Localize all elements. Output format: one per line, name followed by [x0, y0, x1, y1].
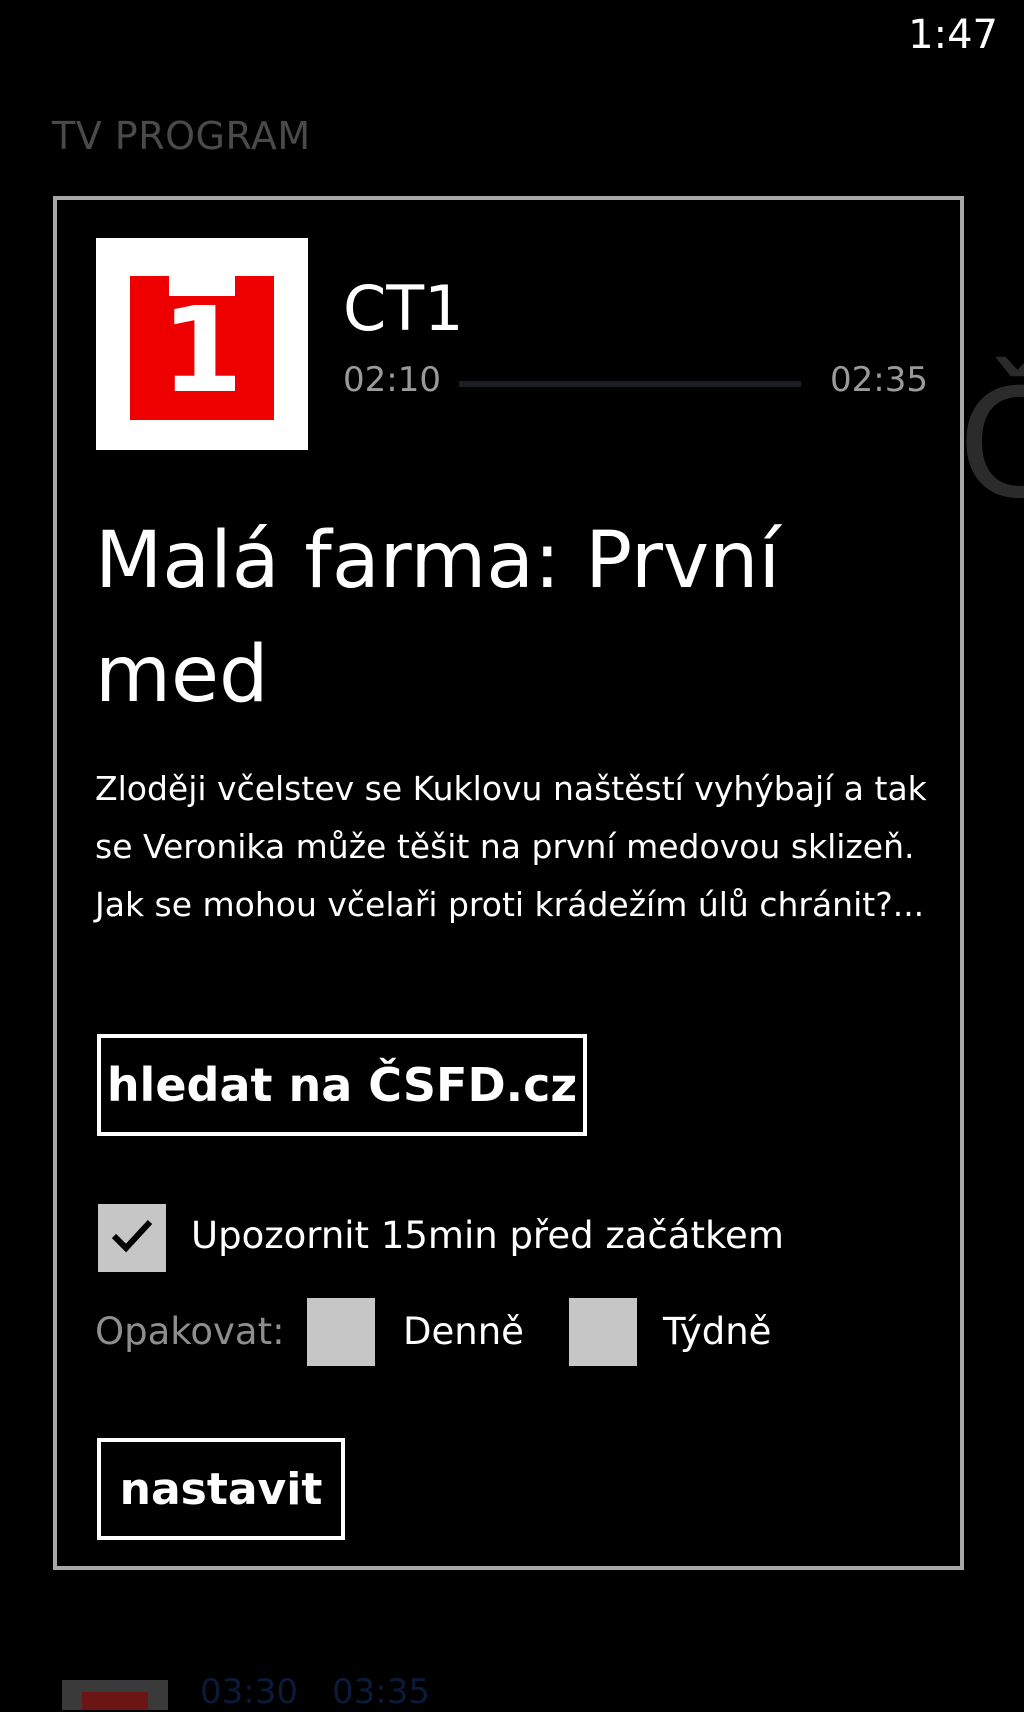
- background-item-end-time: 03:35: [332, 1672, 430, 1712]
- search-csfd-button[interactable]: hledat na ČSFD.cz: [97, 1034, 587, 1136]
- program-progress-bar: [459, 381, 801, 387]
- background-item-start-time: 03:30: [200, 1672, 298, 1712]
- set-reminder-button[interactable]: nastavit: [97, 1438, 345, 1540]
- notify-label: Upozornit 15min před začátkem: [191, 1214, 784, 1257]
- background-list-item: 03:30 03:35: [0, 1672, 1024, 1712]
- show-title: Malá farma: První med: [95, 516, 781, 720]
- channel-logo-icon: 1: [130, 276, 274, 420]
- start-time: 02:10: [343, 360, 441, 400]
- repeat-daily-checkbox[interactable]: [307, 1298, 375, 1366]
- repeat-weekly-label: Týdně: [663, 1310, 772, 1353]
- channel-logo-icon: [62, 1680, 168, 1710]
- channel-name: CT1: [343, 272, 464, 345]
- status-bar-clock: 1:47: [908, 12, 998, 58]
- channel-logo: 1: [96, 238, 308, 450]
- program-detail-dialog: 1 CT1 02:10 02:35 Malá farma: První med …: [53, 196, 964, 1570]
- show-description: Zloději včelstev se Kuklovu naštěstí vyh…: [95, 769, 927, 924]
- repeat-daily-label: Denně: [403, 1310, 524, 1353]
- checkmark-icon: [111, 1219, 153, 1253]
- end-time: 02:35: [830, 360, 928, 400]
- background-pivot-header-fragment: Č: [958, 358, 1024, 532]
- channel-logo-number: 1: [160, 281, 244, 419]
- app-title: TV PROGRAM: [52, 114, 311, 158]
- repeat-label: Opakovat:: [95, 1310, 285, 1353]
- repeat-weekly-checkbox[interactable]: [569, 1298, 637, 1366]
- notify-checkbox[interactable]: [98, 1204, 166, 1272]
